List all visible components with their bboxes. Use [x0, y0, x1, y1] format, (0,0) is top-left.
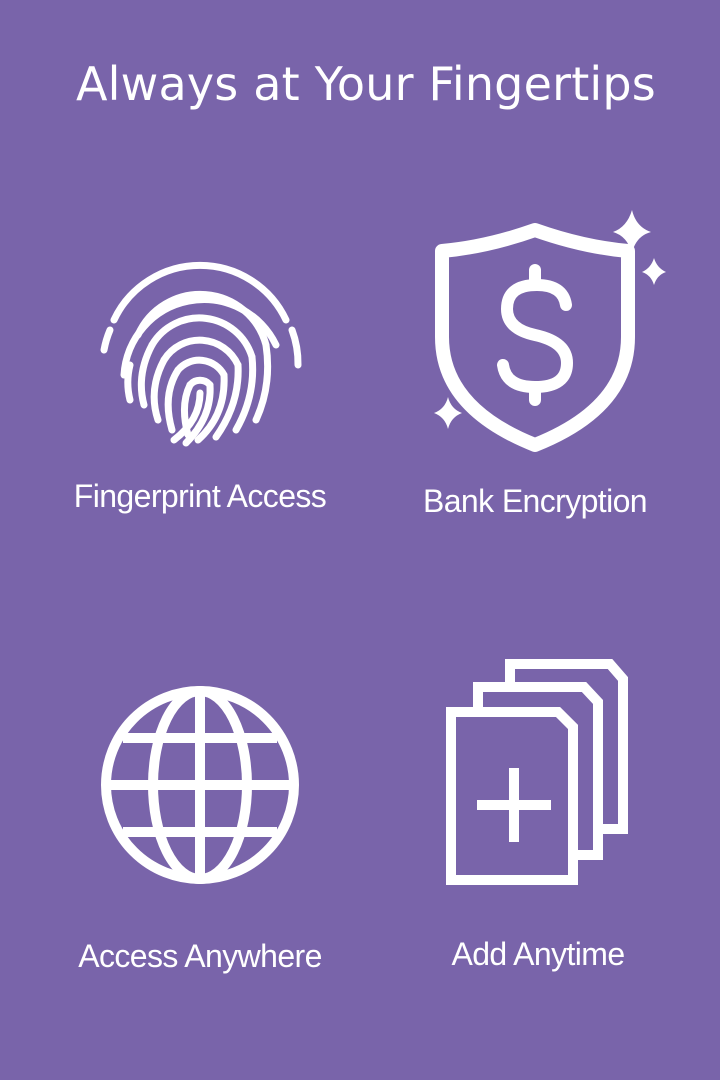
page-title: Always at Your Fingertips: [76, 57, 656, 111]
feature-fingerprint-access[interactable]: Fingerprint Access: [40, 225, 360, 525]
fingerprint-icon: [100, 261, 302, 447]
feature-label: Add Anytime: [451, 936, 625, 972]
feature-label: Fingerprint Access: [73, 478, 327, 514]
feature-label: Bank Encryption: [422, 483, 648, 519]
globe-icon: [101, 686, 299, 884]
shield-dollar-icon: [434, 210, 666, 452]
feature-label: Access Anywhere: [78, 938, 322, 974]
add-documents-icon: [446, 659, 628, 885]
feature-bank-encryption[interactable]: Bank Encryption: [375, 205, 695, 525]
feature-access-anywhere[interactable]: Access Anywhere: [40, 680, 360, 980]
feature-add-anytime[interactable]: Add Anytime: [378, 655, 698, 975]
